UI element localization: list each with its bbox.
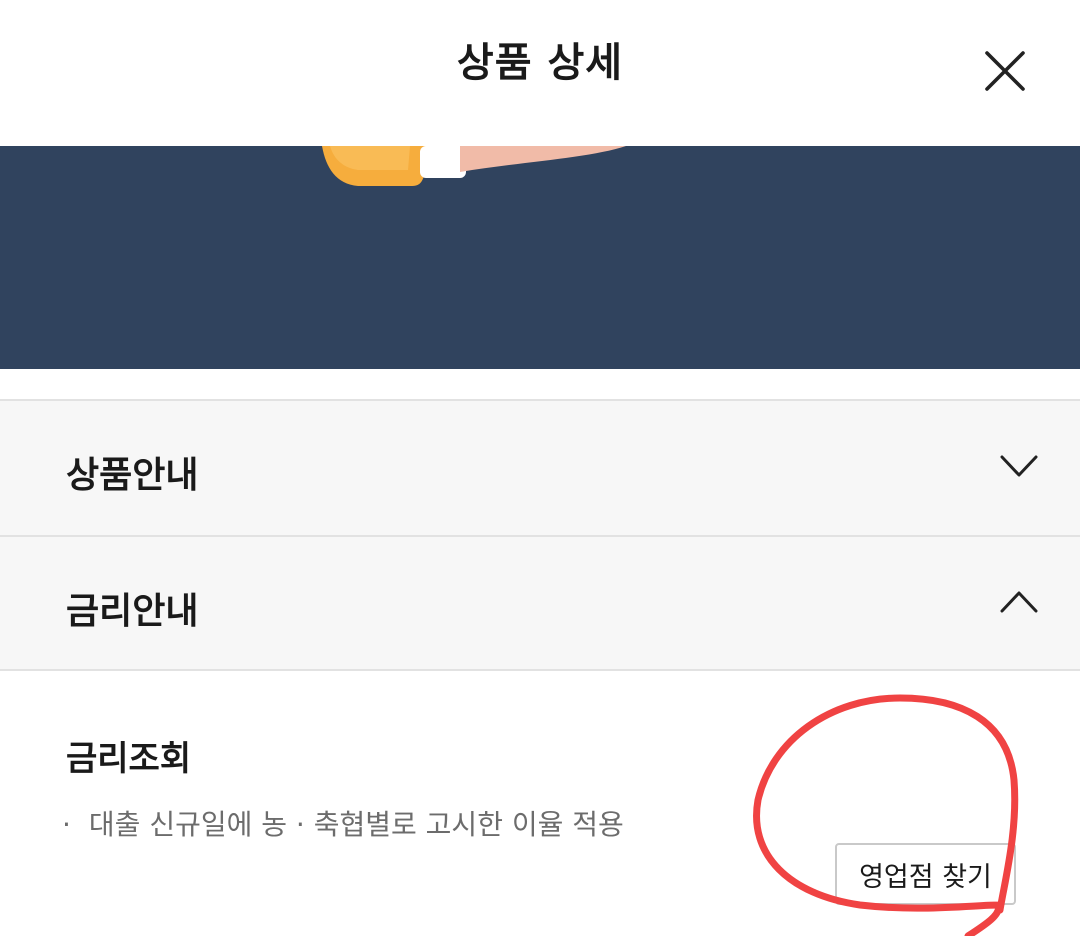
bullet: · (62, 808, 71, 841)
rate-info-panel: 금리조회 · 대출 신규일에 농 · 축협별로 고시한 이율 적용 영업점 찾기 (0, 671, 1080, 936)
rate-inquiry-title: 금리조회 (66, 739, 192, 779)
rate-note-text: 대출 신규일에 농 · 축협별로 고시한 이율 적용 (88, 808, 624, 841)
accordion-label: 금리안내 (66, 591, 199, 632)
header: 상품 상세 (0, 0, 1080, 146)
close-icon (985, 51, 1025, 91)
accordion-label: 상품안내 (66, 455, 199, 496)
product-banner (0, 146, 1080, 369)
chevron-up-icon (1000, 591, 1038, 613)
spacer (0, 369, 1080, 399)
accordion-product-info[interactable]: 상품안내 (0, 399, 1080, 535)
page-title: 상품 상세 (456, 40, 624, 86)
chevron-down-icon (1000, 455, 1038, 477)
close-button[interactable] (978, 44, 1032, 98)
rate-note: · 대출 신규일에 농 · 축협별로 고시한 이율 적용 (62, 803, 624, 843)
find-branch-button[interactable]: 영업점 찾기 (835, 843, 1016, 905)
accordion-rate-info[interactable]: 금리안내 (0, 535, 1080, 671)
hand-illustration (322, 146, 626, 186)
